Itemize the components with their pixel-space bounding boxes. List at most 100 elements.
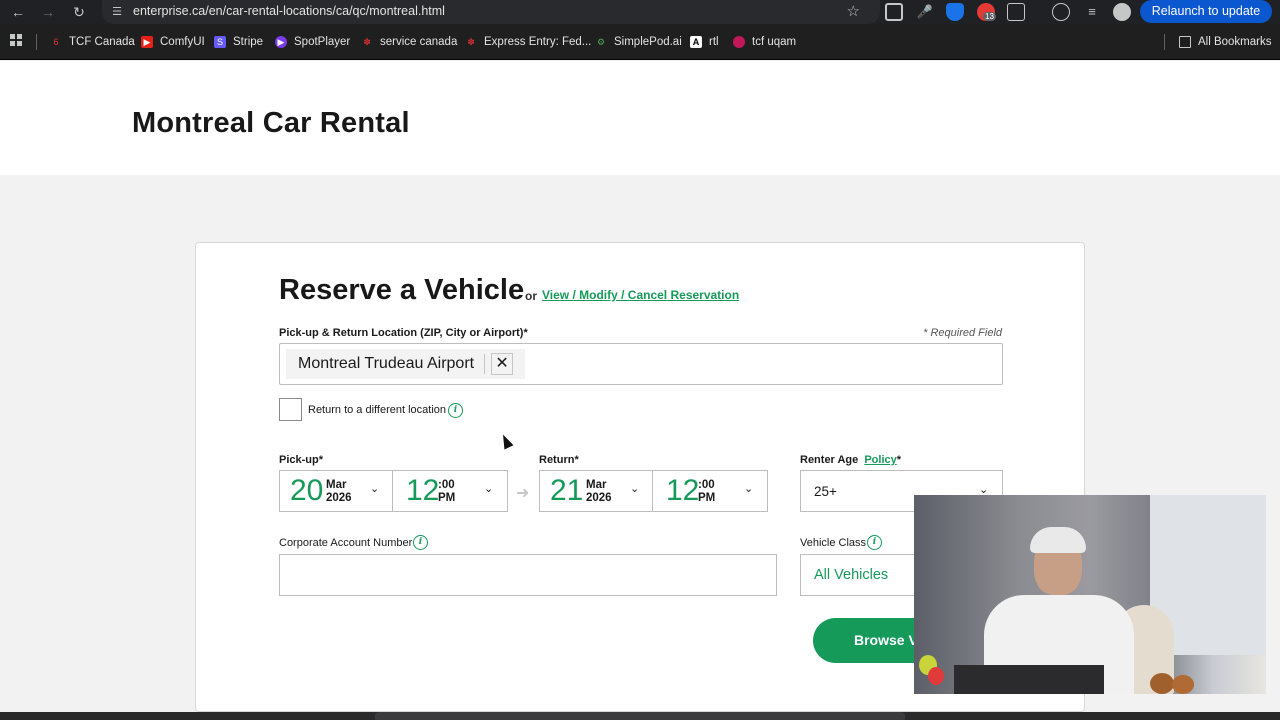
relaunch-button[interactable]: Relaunch to update: [1140, 0, 1272, 23]
bookmark-label: SimplePod.ai: [614, 36, 682, 48]
pickup-hour: 12: [406, 474, 440, 507]
info-icon[interactable]: i: [448, 403, 463, 418]
pickup-ampm: PM: [438, 492, 456, 504]
bookmark-rtl[interactable]: A rtl: [690, 34, 719, 50]
clear-location-button[interactable]: ✕: [491, 353, 514, 375]
bookmark-label: service canada: [380, 36, 458, 48]
view-modify-cancel-link[interactable]: View / Modify / Cancel Reservation: [542, 288, 739, 302]
return-different-checkbox[interactable]: [279, 398, 302, 421]
uqam-icon: [733, 36, 745, 48]
sync-icon[interactable]: [1052, 3, 1070, 21]
renter-age-value: 25+: [814, 484, 837, 499]
or-text: or: [525, 289, 537, 303]
shield-extension-icon[interactable]: [946, 3, 964, 21]
bookmarks-divider: [1164, 34, 1165, 50]
bookmark-label: SpotPlayer: [294, 36, 351, 48]
bookmark-service-canada[interactable]: ✽ service canada: [361, 34, 457, 50]
bookmark-star-icon[interactable]: ☆: [847, 2, 860, 22]
url-text[interactable]: enterprise.ca/en/car-rental-locations/ca…: [133, 4, 445, 18]
chevron-down-icon: ⌄: [630, 483, 640, 495]
bookmark-label: Express Entry: Fed...: [484, 36, 592, 48]
location-label: Pick-up & Return Location (ZIP, City or …: [279, 327, 528, 339]
reading-list-icon[interactable]: ≡: [1083, 3, 1101, 21]
renter-age-label-group: Renter Age Policy*: [800, 454, 901, 466]
return-hour: 12: [666, 474, 700, 507]
bookmark-express-entry[interactable]: ✽ Express Entry: Fed...: [465, 34, 591, 50]
simplepod-icon: ⚙: [596, 37, 606, 47]
qr-code-icon[interactable]: [885, 3, 903, 21]
required-asterisk: *: [896, 454, 902, 466]
pickup-label: Pick-up*: [279, 454, 324, 466]
pickup-month: Mar: [326, 479, 347, 491]
webcam-toy: [1150, 673, 1174, 694]
bookmark-stripe[interactable]: S Stripe: [214, 34, 263, 50]
browser-toolbar: ← → ↻ ☰ enterprise.ca/en/car-rental-loca…: [0, 0, 1280, 24]
info-icon[interactable]: i: [867, 535, 882, 550]
bookmark-label: ComfyUI: [160, 36, 205, 48]
dock: [375, 712, 905, 720]
bookmarks-divider: [36, 34, 37, 50]
all-bookmarks-label: All Bookmarks: [1198, 36, 1272, 48]
vehicle-class-value: All Vehicles: [814, 567, 889, 583]
return-year: 2026: [586, 492, 612, 504]
corporate-account-input[interactable]: [279, 554, 777, 596]
extension-badge: 13: [983, 12, 996, 21]
webcam-toy: [1172, 675, 1194, 694]
folder-icon: [1179, 36, 1191, 48]
webcam-person-cap: [1030, 527, 1086, 553]
stripe-icon: S: [214, 36, 226, 48]
bookmark-tcf-canada[interactable]: 6 TCF Canada: [50, 34, 134, 50]
webcam-overlay: [914, 495, 1266, 694]
notification-extension-icon[interactable]: 13: [977, 3, 996, 21]
address-bar[interactable]: ☰ enterprise.ca/en/car-rental-locations/…: [102, 0, 880, 24]
apps-grid-icon[interactable]: [10, 34, 22, 46]
pickup-minutes: :00: [438, 479, 455, 491]
info-icon[interactable]: i: [413, 535, 428, 550]
profile-avatar-icon[interactable]: [1113, 3, 1131, 21]
chevron-down-icon: ⌄: [484, 483, 494, 495]
return-minutes: :00: [698, 479, 715, 491]
back-icon[interactable]: ←: [8, 2, 28, 22]
close-icon: ✕: [495, 355, 509, 372]
pickup-datetime: 20 Mar 2026 ⌄ 12 :00 PM ⌄: [279, 470, 508, 512]
return-month: Mar: [586, 479, 607, 491]
forward-icon[interactable]: →: [38, 2, 58, 22]
return-different-label[interactable]: Return to a different location: [308, 404, 446, 416]
site-info-icon[interactable]: ☰: [110, 5, 124, 19]
ai-icon: A: [690, 36, 702, 48]
location-value: Montreal Trudeau Airport: [298, 355, 475, 372]
page-title: Montreal Car Rental: [132, 107, 410, 139]
bookmark-simplepod[interactable]: ⚙ SimplePod.ai: [595, 34, 682, 50]
return-day: 21: [550, 474, 584, 507]
location-input[interactable]: Montreal Trudeau Airport ✕: [279, 343, 1003, 385]
return-label: Return*: [539, 454, 579, 466]
page-header: Montreal Car Rental: [0, 61, 1280, 175]
puzzle-extensions-icon[interactable]: [1007, 3, 1025, 21]
microphone-icon[interactable]: 🎤: [916, 3, 934, 21]
webcam-balloon: [928, 667, 944, 685]
reload-icon[interactable]: ↻: [69, 2, 89, 22]
chevron-down-icon: ⌄: [744, 483, 754, 495]
bookmark-comfyui[interactable]: ▶ ComfyUI: [141, 34, 205, 50]
chevron-down-icon: ⌄: [370, 483, 380, 495]
bookmark-tcf-uqam[interactable]: tcf uqam: [733, 34, 796, 50]
maple-leaf-icon: ✽: [467, 37, 475, 47]
pickup-date-select[interactable]: 20 Mar 2026 ⌄: [280, 471, 393, 511]
vehicle-class-label: Vehicle Class: [800, 537, 867, 549]
pickup-time-select[interactable]: 12 :00 PM ⌄: [394, 471, 507, 511]
bookmark-spotplayer[interactable]: ▶ SpotPlayer: [275, 34, 350, 50]
bookmark-label: Stripe: [233, 36, 264, 48]
return-time-select[interactable]: 12 :00 PM ⌄: [654, 471, 767, 511]
maple-leaf-icon: ✽: [363, 37, 371, 47]
bookmark-label: rtl: [709, 36, 719, 48]
return-datetime: 21 Mar 2026 ⌄ 12 :00 PM ⌄: [539, 470, 768, 512]
all-bookmarks[interactable]: All Bookmarks: [1179, 34, 1272, 50]
flame-icon: 6: [53, 37, 59, 47]
return-date-select[interactable]: 21 Mar 2026 ⌄: [540, 471, 653, 511]
corporate-account-label: Corporate Account Number: [279, 537, 413, 549]
arrow-right-icon: ➜: [516, 485, 530, 502]
bookmark-label: tcf uqam: [752, 36, 797, 48]
youtube-icon: ▶: [141, 36, 153, 48]
policy-link[interactable]: Policy: [864, 454, 896, 466]
pickup-year: 2026: [326, 492, 352, 504]
